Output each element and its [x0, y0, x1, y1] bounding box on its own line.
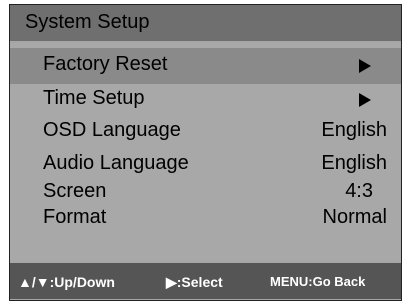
menu-item-label: Time Setup	[43, 87, 145, 109]
page-title: System Setup	[25, 11, 150, 33]
menu-item-label: Audio Language	[43, 152, 189, 174]
menu-item-label: Factory Reset	[43, 53, 168, 75]
play-arrow-icon	[359, 93, 371, 107]
hint-select: ▶:Select	[166, 274, 223, 290]
footer-hint-bar: ▲/▼:Up/Down ▶:Select MENU:Go Back	[10, 263, 401, 299]
menu-item-format[interactable]: Format Normal	[10, 201, 401, 237]
hint-go-back: MENU:Go Back	[270, 274, 366, 289]
menu-item-label: Format	[43, 206, 107, 228]
menu-item-factory-reset[interactable]: Factory Reset	[10, 48, 401, 84]
play-arrow-icon	[359, 59, 371, 73]
menu-item-label: Screen	[43, 180, 107, 202]
menu-item-osd-language[interactable]: OSD Language English	[10, 114, 401, 150]
title-bar: System Setup	[10, 5, 401, 41]
menu-item-value: English	[321, 152, 387, 174]
hint-up-down: ▲/▼:Up/Down	[18, 274, 115, 290]
menu-item-value: English	[321, 119, 387, 141]
menu-item-value: Normal	[322, 206, 387, 228]
menu-item-label: OSD Language	[43, 119, 181, 141]
menu-item-value: 4:3	[345, 180, 373, 202]
menu-item-time-setup[interactable]: Time Setup	[10, 82, 401, 118]
